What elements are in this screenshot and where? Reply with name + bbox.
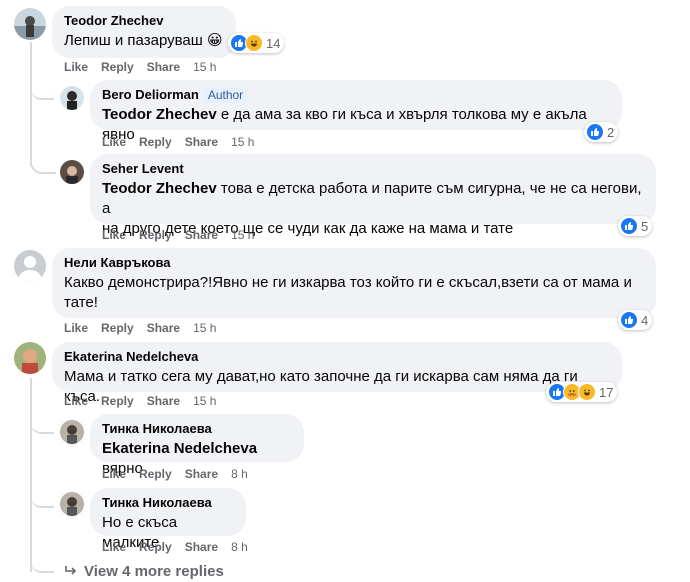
comment-bubble: Нели Кавръкова Какво демонстрира?!Явно н… bbox=[52, 248, 656, 318]
reply-button[interactable]: Reply bbox=[101, 60, 134, 74]
comment-actions: Like Reply Share 15 h bbox=[64, 321, 229, 335]
thread-connector bbox=[30, 480, 54, 508]
reaction-summary[interactable]: 5 bbox=[618, 216, 653, 236]
thread-connector bbox=[30, 545, 54, 573]
reaction-count: 14 bbox=[266, 35, 281, 51]
like-button[interactable]: Like bbox=[102, 467, 126, 481]
avatar[interactable] bbox=[60, 160, 84, 184]
comment-actions: Like Reply Share 15 h bbox=[102, 228, 267, 242]
comment-actions: Like Reply Share 15 h bbox=[64, 394, 229, 408]
comment-bubble: Teodor Zhechev Лепиш и пазаруваш 😀 bbox=[52, 6, 236, 58]
timestamp[interactable]: 8 h bbox=[231, 540, 248, 554]
comment-text: Какво демонстрира?!Явно не ги изкарва то… bbox=[64, 274, 632, 311]
thread-connector bbox=[30, 140, 56, 174]
comment-author[interactable]: Ekaterina Nedelcheva bbox=[64, 349, 610, 365]
reaction-summary[interactable]: 14 bbox=[228, 33, 285, 53]
timestamp[interactable]: 15 h bbox=[193, 321, 216, 335]
like-button[interactable]: Like bbox=[64, 60, 88, 74]
reply-arrow-icon bbox=[64, 564, 78, 581]
reply-button[interactable]: Reply bbox=[139, 540, 172, 554]
share-button[interactable]: Share bbox=[185, 467, 218, 481]
reply-button[interactable]: Reply bbox=[101, 321, 134, 335]
like-button[interactable]: Like bbox=[102, 228, 126, 242]
reaction-summary[interactable]: 4 bbox=[618, 310, 653, 330]
avatar[interactable] bbox=[60, 86, 84, 110]
reply-button[interactable]: Reply bbox=[139, 467, 172, 481]
comment-bubble: Тинка Николаева Но е скъса малките bbox=[90, 488, 246, 551]
avatar[interactable] bbox=[14, 250, 46, 282]
author-badge: Author bbox=[202, 87, 249, 103]
comment-author[interactable]: Нели Кавръкова bbox=[64, 255, 644, 271]
reaction-summary[interactable]: 2 bbox=[584, 122, 619, 142]
like-reaction-icon bbox=[586, 123, 604, 141]
reaction-count: 5 bbox=[641, 218, 649, 234]
view-more-replies-button[interactable]: View 4 more replies bbox=[64, 563, 224, 581]
comment-actions: Like Reply Share 8 h bbox=[102, 540, 261, 554]
reaction-count: 4 bbox=[641, 312, 649, 328]
comment-author[interactable]: Teodor Zhechev bbox=[64, 13, 224, 29]
comment-author[interactable]: Тинка Николаева bbox=[102, 495, 234, 511]
comment-actions: Like Reply Share 8 h bbox=[102, 467, 261, 481]
comment-author[interactable]: Seher Levent bbox=[102, 161, 644, 177]
comment-bubble: Seher Levent Teodor Zhechev това е детск… bbox=[90, 154, 656, 237]
share-button[interactable]: Share bbox=[147, 60, 180, 74]
comment-actions: Like Reply Share 15 h bbox=[102, 135, 267, 149]
like-reaction-icon bbox=[620, 217, 638, 235]
timestamp[interactable]: 15 h bbox=[231, 228, 254, 242]
share-button[interactable]: Share bbox=[185, 135, 218, 149]
avatar[interactable] bbox=[60, 492, 84, 516]
comment-bubble: Ekaterina Nedelcheva Мама и татко сега м… bbox=[52, 342, 622, 405]
like-reaction-icon bbox=[620, 311, 638, 329]
reaction-count: 17 bbox=[599, 384, 614, 400]
reaction-count: 2 bbox=[607, 124, 615, 140]
timestamp[interactable]: 15 h bbox=[231, 135, 254, 149]
share-button[interactable]: Share bbox=[185, 228, 218, 242]
like-button[interactable]: Like bbox=[64, 321, 88, 335]
reply-button[interactable]: Reply bbox=[139, 135, 172, 149]
reply-button[interactable]: Reply bbox=[101, 394, 134, 408]
share-button[interactable]: Share bbox=[185, 540, 218, 554]
like-button[interactable]: Like bbox=[64, 394, 88, 408]
share-button[interactable]: Share bbox=[147, 394, 180, 408]
avatar[interactable] bbox=[14, 8, 46, 40]
comment-bubble: Тинка Николаева Ekaterina Nedelcheva вяр… bbox=[90, 414, 304, 477]
mention-link[interactable]: Teodor Zhechev bbox=[102, 106, 217, 123]
share-button[interactable]: Share bbox=[147, 321, 180, 335]
mention-link[interactable]: Ekaterina Nedelcheva bbox=[102, 440, 257, 457]
comment-actions: Like Reply Share 15 h bbox=[64, 60, 229, 74]
haha-reaction-icon bbox=[578, 383, 596, 401]
avatar[interactable] bbox=[14, 342, 46, 374]
mention-link[interactable]: Teodor Zhechev bbox=[102, 180, 217, 197]
comment-bubble: Bero Deliorman Author Teodor Zhechev е да… bbox=[90, 80, 622, 143]
timestamp[interactable]: 8 h bbox=[231, 467, 248, 481]
thread-connector bbox=[30, 60, 54, 100]
comment-author[interactable]: Тинка Николаева bbox=[102, 421, 292, 437]
avatar[interactable] bbox=[60, 420, 84, 444]
like-button[interactable]: Like bbox=[102, 135, 126, 149]
timestamp[interactable]: 15 h bbox=[193, 60, 216, 74]
comment-text: Лепиш и пазаруваш 😀 bbox=[64, 32, 223, 49]
comment-author[interactable]: Bero Deliorman bbox=[102, 87, 199, 102]
timestamp[interactable]: 15 h bbox=[193, 394, 216, 408]
reaction-summary[interactable]: 17 bbox=[546, 382, 618, 402]
view-more-label: View 4 more replies bbox=[84, 563, 224, 580]
haha-reaction-icon bbox=[245, 34, 263, 52]
like-button[interactable]: Like bbox=[102, 540, 126, 554]
thread-connector bbox=[30, 408, 54, 434]
reply-button[interactable]: Reply bbox=[139, 228, 172, 242]
